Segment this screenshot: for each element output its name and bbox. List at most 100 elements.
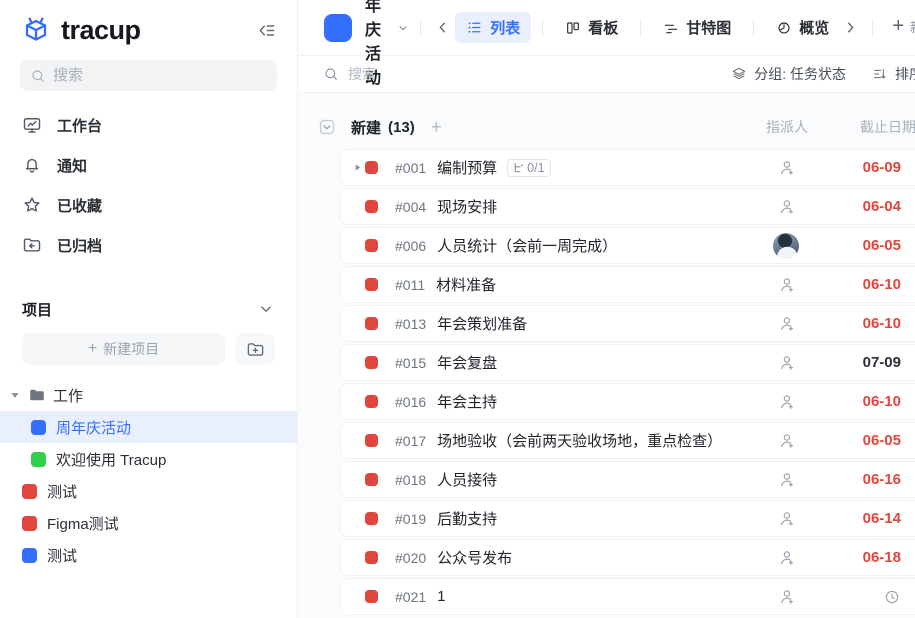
task-row[interactable]: #006 人员统计（会前一周完成） 06-05 xyxy=(340,227,915,264)
task-status-square[interactable] xyxy=(365,161,378,174)
expand-caret-icon[interactable] xyxy=(349,163,365,172)
assignee-cell[interactable] xyxy=(741,314,831,333)
add-assignee-icon[interactable] xyxy=(777,587,796,606)
assignee-cell[interactable] xyxy=(741,431,831,450)
sidebar-item-notifications[interactable]: 通知 xyxy=(0,145,297,185)
add-assignee-icon[interactable] xyxy=(777,431,796,450)
assignee-cell[interactable] xyxy=(741,275,831,294)
sort-control[interactable]: 排序 xyxy=(872,64,915,84)
task-row[interactable]: #016 年会主持 06-10 xyxy=(340,383,915,420)
group-by-control[interactable]: 分组: 任务状态 xyxy=(731,64,846,84)
avatar[interactable] xyxy=(773,233,799,259)
task-status-square[interactable] xyxy=(365,356,378,369)
sidebar-item-workbench[interactable]: 工作台 xyxy=(0,105,297,145)
title-dropdown-caret-icon[interactable] xyxy=(397,22,409,34)
task-title[interactable]: 公众号发布 xyxy=(437,547,512,568)
assignee-cell[interactable] xyxy=(741,587,831,606)
task-title[interactable]: 后勤支持 xyxy=(437,508,497,529)
task-row[interactable]: #001 编制预算 0/1 06-09 xyxy=(340,149,915,186)
sidebar-project-test-1[interactable]: 测试 xyxy=(0,475,297,507)
task-status-square[interactable] xyxy=(365,200,378,213)
task-row[interactable]: #019 后勤支持 06-14 xyxy=(340,500,915,537)
task-title[interactable]: 1 xyxy=(437,588,445,605)
sidebar-item-favorites[interactable]: 已收藏 xyxy=(0,185,297,225)
task-status-square[interactable] xyxy=(365,395,378,408)
add-assignee-icon[interactable] xyxy=(777,314,796,333)
task-status-square[interactable] xyxy=(365,317,378,330)
task-status-square[interactable] xyxy=(365,590,378,603)
due-date-cell[interactable]: 06-05 xyxy=(831,237,915,254)
sidebar-project-welcome[interactable]: 欢迎使用 Tracup xyxy=(0,443,297,475)
task-row[interactable]: #015 年会复盘 07-09 xyxy=(340,344,915,381)
task-search-input[interactable] xyxy=(348,66,498,82)
task-status-square[interactable] xyxy=(365,278,378,291)
task-row[interactable]: #021 1 xyxy=(340,578,915,615)
tabs-scroll-right-icon[interactable] xyxy=(840,19,861,36)
assignee-cell[interactable] xyxy=(741,197,831,216)
due-date-cell[interactable]: 06-14 xyxy=(831,510,915,527)
add-assignee-icon[interactable] xyxy=(777,509,796,528)
task-title[interactable]: 现场安排 xyxy=(437,196,497,217)
assignee-cell[interactable] xyxy=(741,548,831,567)
group-collapse-checkbox-icon[interactable] xyxy=(319,119,335,135)
task-title[interactable]: 人员接待 xyxy=(437,469,497,490)
due-date-cell[interactable]: 06-10 xyxy=(831,393,915,410)
due-date-cell[interactable]: 06-05 xyxy=(831,432,915,449)
sidebar-search[interactable] xyxy=(20,60,277,91)
add-assignee-icon[interactable] xyxy=(777,392,796,411)
task-row[interactable]: #011 材料准备 06-10 xyxy=(340,266,915,303)
task-title[interactable]: 年会策划准备 xyxy=(437,313,527,334)
due-date-cell[interactable]: 06-09 xyxy=(831,159,915,176)
due-date-cell[interactable]: 06-18 xyxy=(831,549,915,566)
tab-overview[interactable]: 概览 xyxy=(765,12,840,43)
caret-down-icon[interactable] xyxy=(9,390,21,400)
task-row[interactable]: #013 年会策划准备 06-10 xyxy=(340,305,915,342)
due-date-clock-icon[interactable] xyxy=(883,588,901,606)
task-title[interactable]: 场地验收（会前两天验收场地，重点检查） xyxy=(437,430,722,451)
assignee-cell[interactable] xyxy=(741,353,831,372)
tab-kanban[interactable]: 看板 xyxy=(554,12,629,43)
new-project-button[interactable]: + 新建项目 xyxy=(22,333,225,365)
tab-list[interactable]: 列表 xyxy=(455,12,531,43)
due-date-cell[interactable]: 07-09 xyxy=(831,354,915,371)
task-title[interactable]: 年会复盘 xyxy=(437,352,497,373)
assignee-cell[interactable] xyxy=(741,509,831,528)
add-task-button[interactable]: + xyxy=(431,118,442,137)
due-date-cell[interactable]: 06-16 xyxy=(831,471,915,488)
task-row[interactable]: #017 场地验收（会前两天验收场地，重点检查） 06-05 xyxy=(340,422,915,459)
sidebar-project-test-2[interactable]: 测试 xyxy=(0,539,297,571)
add-assignee-icon[interactable] xyxy=(777,197,796,216)
add-folder-button[interactable] xyxy=(235,333,275,365)
add-view-button[interactable]: + xyxy=(884,15,910,40)
task-title[interactable]: 年会主持 xyxy=(437,391,497,412)
task-status-square[interactable] xyxy=(365,551,378,564)
due-date-cell[interactable]: 06-10 xyxy=(831,315,915,332)
assignee-cell[interactable] xyxy=(741,392,831,411)
due-date-cell[interactable]: 06-10 xyxy=(831,276,915,293)
sidebar-search-input[interactable] xyxy=(53,67,253,84)
task-title[interactable]: 编制预算 xyxy=(437,157,497,178)
add-assignee-icon[interactable] xyxy=(777,470,796,489)
sidebar-item-archived[interactable]: 已归档 xyxy=(0,225,297,265)
sidebar-project-anniversary[interactable]: 周年庆活动 xyxy=(0,411,297,443)
tabs-scroll-left-icon[interactable] xyxy=(432,19,453,36)
due-date-cell[interactable] xyxy=(831,587,915,605)
task-row[interactable]: #018 人员接待 06-16 xyxy=(340,461,915,498)
add-assignee-icon[interactable] xyxy=(777,275,796,294)
task-title[interactable]: 人员统计（会前一周完成） xyxy=(437,235,617,256)
due-date-cell[interactable]: 06-04 xyxy=(831,198,915,215)
chevron-down-icon[interactable] xyxy=(257,300,275,318)
add-assignee-icon[interactable] xyxy=(777,158,796,177)
assignee-cell[interactable] xyxy=(741,470,831,489)
task-status-square[interactable] xyxy=(365,434,378,447)
task-status-square[interactable] xyxy=(365,239,378,252)
projects-section-header[interactable]: 项目 xyxy=(0,293,297,325)
task-title[interactable]: 材料准备 xyxy=(436,274,496,295)
assignee-cell[interactable] xyxy=(741,233,831,259)
tab-gantt[interactable]: 甘特图 xyxy=(652,12,742,43)
task-search[interactable] xyxy=(323,66,498,82)
tree-folder-work[interactable]: 工作 xyxy=(0,379,297,411)
task-row[interactable]: #004 现场安排 06-04 xyxy=(340,188,915,225)
task-row[interactable]: #020 公众号发布 06-18 xyxy=(340,539,915,576)
assignee-cell[interactable] xyxy=(741,158,831,177)
